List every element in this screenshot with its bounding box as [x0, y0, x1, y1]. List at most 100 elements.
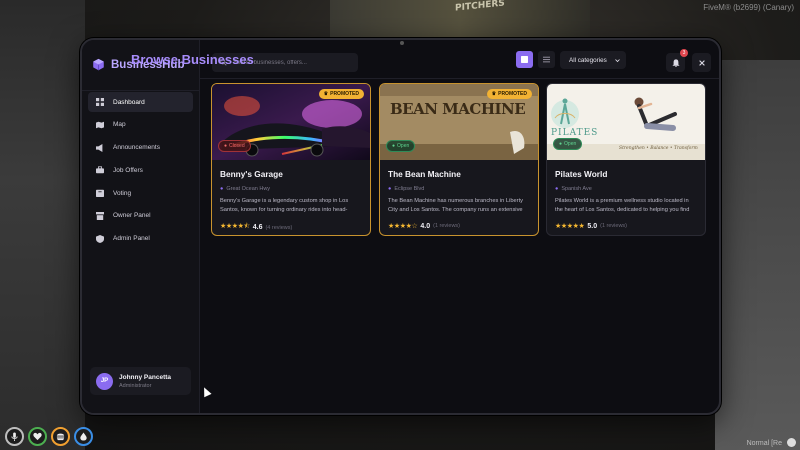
banner-text: PILATES [551, 128, 599, 138]
user-info: Johnny Pancetta Administrator [119, 374, 171, 389]
sidebar-item-label: Owner Panel [113, 212, 151, 220]
location-text: Spanish Ave [561, 186, 592, 192]
promoted-label: PROMOTED [498, 91, 527, 97]
review-count: (4 reviews) [265, 224, 293, 231]
store-icon [96, 211, 104, 220]
review-count: (1 reviews) [600, 223, 628, 229]
sidebar-divider [82, 90, 199, 91]
shield-icon [96, 234, 104, 243]
status-badge-open: ● Open [386, 140, 416, 152]
grid-icon [521, 56, 528, 63]
location-pin-icon: ● [555, 186, 559, 192]
business-name: Benny's Garage [220, 169, 283, 179]
heart-icon [33, 432, 42, 441]
business-card-pilates-world[interactable]: PILATES Strengthen • Balance • Transform… [546, 83, 706, 236]
sidebar-item-label: Job Offers [113, 166, 143, 174]
grid-view-button[interactable] [516, 51, 533, 68]
voice-status [5, 427, 24, 446]
notifications-button[interactable]: 3 [666, 49, 688, 72]
business-card-bean-machine[interactable]: BEAN MACHINE ♛ PROMOTED ● Open The Bean Ma… [379, 83, 539, 236]
location-text: Eclipse Blvd [394, 186, 425, 192]
status-label: Open [564, 141, 577, 147]
game-background-right [715, 60, 800, 450]
page-title: Browse Businesses [131, 52, 254, 67]
rating-row: ★★★★⯪ 4.6 (4 reviews) [220, 222, 362, 233]
close-icon [698, 59, 705, 66]
briefcase-icon [96, 166, 104, 174]
banner-text: BEAN MACHINE [390, 100, 526, 118]
sidebar-item-label: Dashboard [113, 98, 145, 106]
status-label: Closed [229, 143, 245, 149]
sidebar-item-admin-panel[interactable]: Admin Panel [88, 229, 193, 249]
cube-icon [93, 58, 104, 71]
game-background-left [0, 0, 85, 450]
crown-icon: ♛ [491, 91, 497, 97]
crown-icon: ♛ [323, 91, 329, 97]
business-image: PILATES Strengthen • Balance • Transform… [547, 84, 705, 160]
megaphone-icon [96, 143, 103, 152]
location-pin-icon: ● [220, 186, 224, 192]
ballot-icon [96, 189, 104, 198]
card-body: The Bean Machine ● Eclipse Blvd The Bean … [380, 160, 538, 230]
category-dropdown[interactable]: All categories [560, 51, 626, 69]
bell-icon [671, 58, 680, 67]
sidebar-nav: Dashboard Map Announcements Job Offers V… [88, 92, 193, 252]
sidebar-item-announcements[interactable]: Announcements [88, 138, 193, 158]
sidebar-item-label: Map [113, 121, 126, 129]
star-rating-icons: ★★★★☆ [388, 223, 418, 230]
status-label: Open [397, 143, 410, 149]
fivem-build-label: FiveM® (b2699) (Canary) [703, 3, 794, 12]
business-location: ● Great Ocean Hwy [220, 186, 362, 192]
dashboard-icon [96, 98, 104, 106]
status-badge-closed: ● Closed [218, 140, 251, 152]
burger-icon [56, 433, 65, 441]
microphone-icon [11, 432, 18, 441]
review-count: (1 reviews) [433, 223, 461, 229]
promoted-label: PROMOTED [330, 91, 359, 97]
dot-icon: ● [224, 143, 228, 149]
location-text: Great Ocean Hwy [226, 186, 271, 192]
sidebar: BusinessHub Dashboard Map Announcements … [82, 40, 200, 413]
sidebar-item-voting[interactable]: Voting [88, 183, 193, 203]
banner-tagline: Strengthen • Balance • Transform [619, 146, 698, 151]
close-button[interactable] [692, 53, 711, 72]
business-image: BEAN MACHINE ♛ PROMOTED ● Open [380, 84, 538, 160]
business-image: ♛ PROMOTED ● Closed [212, 84, 370, 160]
star-rating-icons: ★★★★⯪ [220, 223, 250, 230]
business-description: The Bean Machine has numerous branches i… [388, 198, 523, 213]
sidebar-item-label: Admin Panel [113, 235, 150, 243]
business-description: Pilates World is a premium wellness stud… [555, 198, 690, 213]
business-name: The Bean Machine [388, 169, 461, 179]
map-icon [96, 121, 104, 128]
water-drop-icon [80, 432, 87, 441]
rating-value: 5.0 [587, 222, 598, 230]
promoted-badge: ♛ PROMOTED [318, 89, 364, 99]
avatar: JP [96, 372, 113, 390]
voice-range-icon [787, 438, 796, 447]
location-pin-icon: ● [388, 186, 392, 192]
user-name: Johnny Pancetta [119, 373, 172, 381]
user-profile-card[interactable]: JP Johnny Pancetta Administrator [90, 367, 191, 395]
rating-value: 4.6 [252, 224, 263, 231]
business-card-bennys-garage[interactable]: ♛ PROMOTED ● Closed Benny's Garage ● Great … [211, 83, 371, 236]
sidebar-item-label: Announcements [113, 144, 160, 152]
dot-icon: ● [559, 141, 563, 147]
category-selected: All categories [569, 56, 607, 64]
card-body: Benny's Garage ● Great Ocean Hwy Benny's … [212, 160, 370, 233]
dot-icon: ● [392, 143, 396, 149]
list-icon [543, 56, 550, 63]
rating-row: ★★★★☆ 4.0 (1 reviews) [388, 222, 530, 231]
sidebar-item-label: Voting [113, 189, 132, 197]
health-status [28, 427, 47, 446]
rating-row: ★★★★★ 5.0 (1 reviews) [555, 222, 697, 231]
sidebar-item-owner-panel[interactable]: Owner Panel [88, 206, 193, 226]
player-hud [5, 427, 93, 446]
sidebar-item-dashboard[interactable]: Dashboard [88, 92, 193, 112]
user-role: Administrator [119, 382, 152, 389]
chevron-down-icon [615, 58, 620, 62]
sidebar-item-map[interactable]: Map [88, 115, 193, 135]
list-view-button[interactable] [538, 51, 555, 68]
star-rating-icons: ★★★★★ [555, 223, 585, 230]
status-badge-open: ● Open [553, 138, 583, 150]
sidebar-item-job-offers[interactable]: Job Offers [88, 160, 193, 180]
